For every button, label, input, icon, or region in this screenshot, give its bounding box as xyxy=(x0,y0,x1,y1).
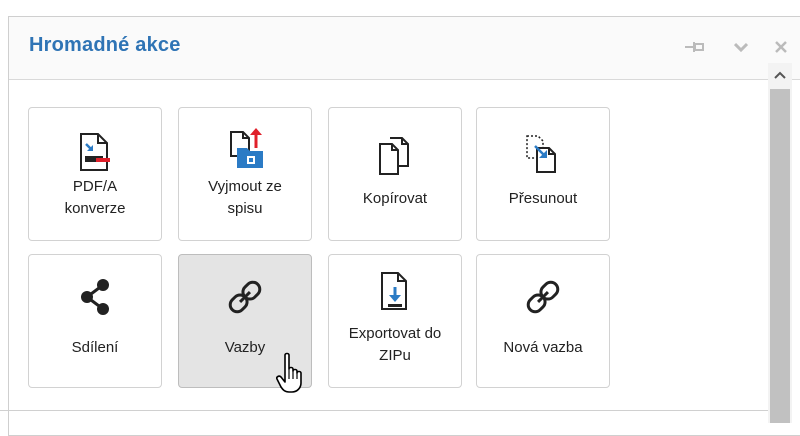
close-icon[interactable] xyxy=(771,37,791,57)
tile-pdfa-conversion[interactable]: PDF/A konverze xyxy=(28,107,162,241)
scroll-up-arrow-icon[interactable] xyxy=(768,63,792,87)
pin-icon[interactable] xyxy=(685,37,705,57)
tile-label: Kopírovat xyxy=(362,190,428,207)
share-icon xyxy=(29,277,161,317)
link-icon xyxy=(179,279,311,315)
move-icon xyxy=(477,134,609,174)
tile-label: Přesunout xyxy=(508,190,578,207)
remove-from-file-icon xyxy=(179,126,311,170)
divider xyxy=(0,410,768,411)
pdf-convert-icon xyxy=(29,132,161,172)
tile-remove-from-file[interactable]: Vyjmout ze spisu xyxy=(178,107,312,241)
copy-icon xyxy=(329,136,461,176)
tile-copy[interactable]: Kopírovat xyxy=(328,107,462,241)
tile-links[interactable]: Vazby xyxy=(178,254,312,388)
tile-label: Vyjmout ze spisu xyxy=(208,178,282,217)
tile-export-zip[interactable]: Exportovat do ZIPu xyxy=(328,254,462,388)
panel-title: Hromadné akce xyxy=(29,34,181,56)
tile-label: Vazby xyxy=(224,339,266,356)
tile-label: Sdílení xyxy=(71,339,119,356)
tile-new-link[interactable]: Nová vazba xyxy=(476,254,610,388)
export-zip-icon xyxy=(329,271,461,311)
tile-label: Nová vazba xyxy=(503,339,583,356)
tile-sharing[interactable]: Sdílení xyxy=(28,254,162,388)
tile-label: Exportovat do ZIPu xyxy=(348,325,442,364)
panel-header: Hromadné akce xyxy=(9,17,800,80)
tile-move[interactable]: Přesunout xyxy=(476,107,610,241)
tile-label: PDF/A konverze xyxy=(64,178,126,217)
link-icon xyxy=(477,279,609,315)
chevron-down-icon[interactable] xyxy=(731,37,751,57)
scrollbar-thumb[interactable] xyxy=(770,89,790,423)
vertical-scrollbar[interactable] xyxy=(768,63,792,423)
